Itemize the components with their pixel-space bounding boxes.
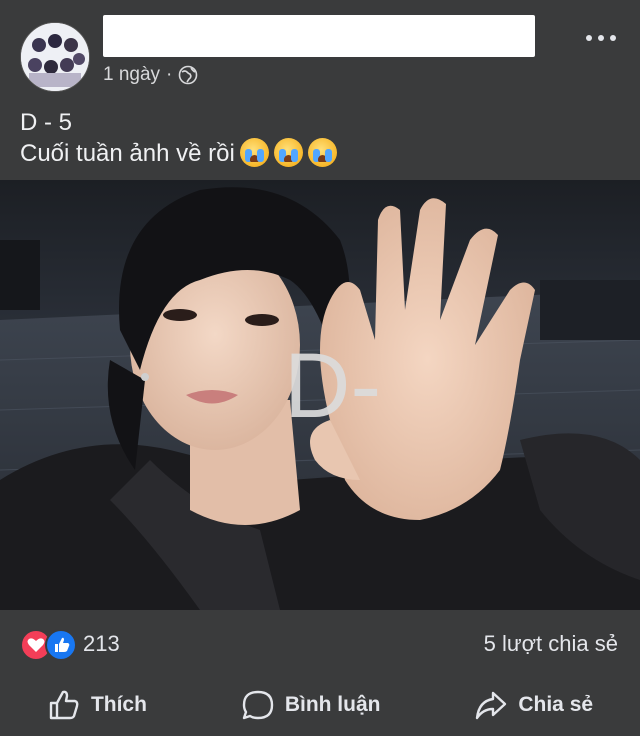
share-label: Chia sẻ xyxy=(518,693,594,716)
like-label: Thích xyxy=(90,693,147,716)
loudly-crying-face-icon xyxy=(273,138,303,167)
post-actions: Thích Bình luận Chia sẻ xyxy=(0,676,640,734)
post-photo[interactable]: D- xyxy=(0,180,640,610)
comment-icon xyxy=(242,690,274,720)
post-time[interactable]: 1 ngày xyxy=(103,64,160,86)
post-text: D - 5 Cuối tuần ảnh về rồi xyxy=(20,108,620,169)
share-button[interactable]: Chia sẻ xyxy=(474,688,593,722)
page-avatar[interactable] xyxy=(20,22,90,92)
globe-icon xyxy=(179,65,198,85)
share-count[interactable]: 5 lượt chia sẻ xyxy=(484,631,618,657)
loudly-crying-face-icon xyxy=(307,138,337,167)
like-reaction-icon[interactable] xyxy=(45,629,77,661)
post-line-1: D - 5 xyxy=(20,109,73,136)
comment-label: Bình luận xyxy=(284,693,381,716)
post-line-2: Cuối tuần ảnh về rồi xyxy=(20,140,235,167)
thumbs-up-icon xyxy=(49,690,79,720)
post-line-2-wrap: Cuối tuần ảnh về rồi xyxy=(20,138,620,169)
more-options-icon[interactable] xyxy=(586,28,616,48)
loudly-crying-face-icon xyxy=(239,138,269,167)
share-icon xyxy=(476,691,507,720)
overlay-countdown-text: D- xyxy=(284,335,382,437)
like-button[interactable]: Thích xyxy=(47,688,147,722)
reaction-count[interactable]: 213 xyxy=(83,631,120,657)
meta-separator: · xyxy=(166,64,173,85)
page-name-redacted[interactable] xyxy=(103,15,535,57)
post-stats: 213 5 lượt chia sẻ xyxy=(0,617,640,669)
comment-button[interactable]: Bình luận xyxy=(241,688,381,722)
post-header: 1 ngày · xyxy=(0,0,640,100)
post-meta: 1 ngày · xyxy=(103,63,198,87)
